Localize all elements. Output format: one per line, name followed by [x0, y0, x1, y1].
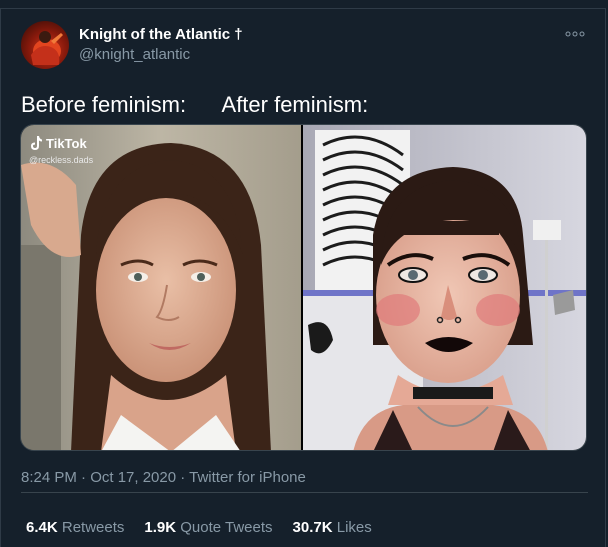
- stat-value: 30.7K: [292, 519, 333, 536]
- author-name[interactable]: Knight of the Atlantic †: [79, 26, 243, 43]
- tiktok-brand: TikTok: [46, 135, 87, 151]
- tweet-media[interactable]: TikTok @reckless.dads: [20, 124, 587, 451]
- tweet-card: Knight of the Atlantic † @knight_atlanti…: [0, 8, 606, 547]
- stat-label: Retweets: [61, 519, 125, 536]
- stat-value: 6.4K: [26, 519, 58, 536]
- stat-quote-tweets[interactable]: 1.9K Quote Tweets: [144, 519, 272, 536]
- stat-label: Likes: [336, 519, 372, 536]
- media-photo-before[interactable]: TikTok @reckless.dads: [21, 125, 301, 450]
- media-photo-after[interactable]: [303, 125, 586, 450]
- avatar[interactable]: [21, 21, 69, 69]
- stat-label: Quote Tweets: [180, 519, 273, 536]
- tweet-text: Before feminism: After feminism:: [21, 92, 369, 117]
- tweet-stats: 6.4K Retweets 1.9K Quote Tweets 30.7K Li…: [26, 519, 372, 536]
- more-options-icon[interactable]: [565, 27, 585, 39]
- tweet-metadata[interactable]: 8:24 PM · Oct 17, 2020 · Twitter for iPh…: [21, 469, 306, 486]
- tiktok-logo-icon: [29, 135, 43, 151]
- stat-value: 1.9K: [144, 519, 177, 536]
- stat-likes[interactable]: 30.7K Likes: [293, 519, 372, 536]
- author-handle[interactable]: @knight_atlantic: [79, 46, 190, 63]
- tiktok-username: @reckless.dads: [29, 155, 94, 165]
- tiktok-watermark: TikTok: [29, 135, 87, 151]
- stat-retweets[interactable]: 6.4K Retweets: [26, 519, 124, 536]
- divider: [21, 492, 588, 493]
